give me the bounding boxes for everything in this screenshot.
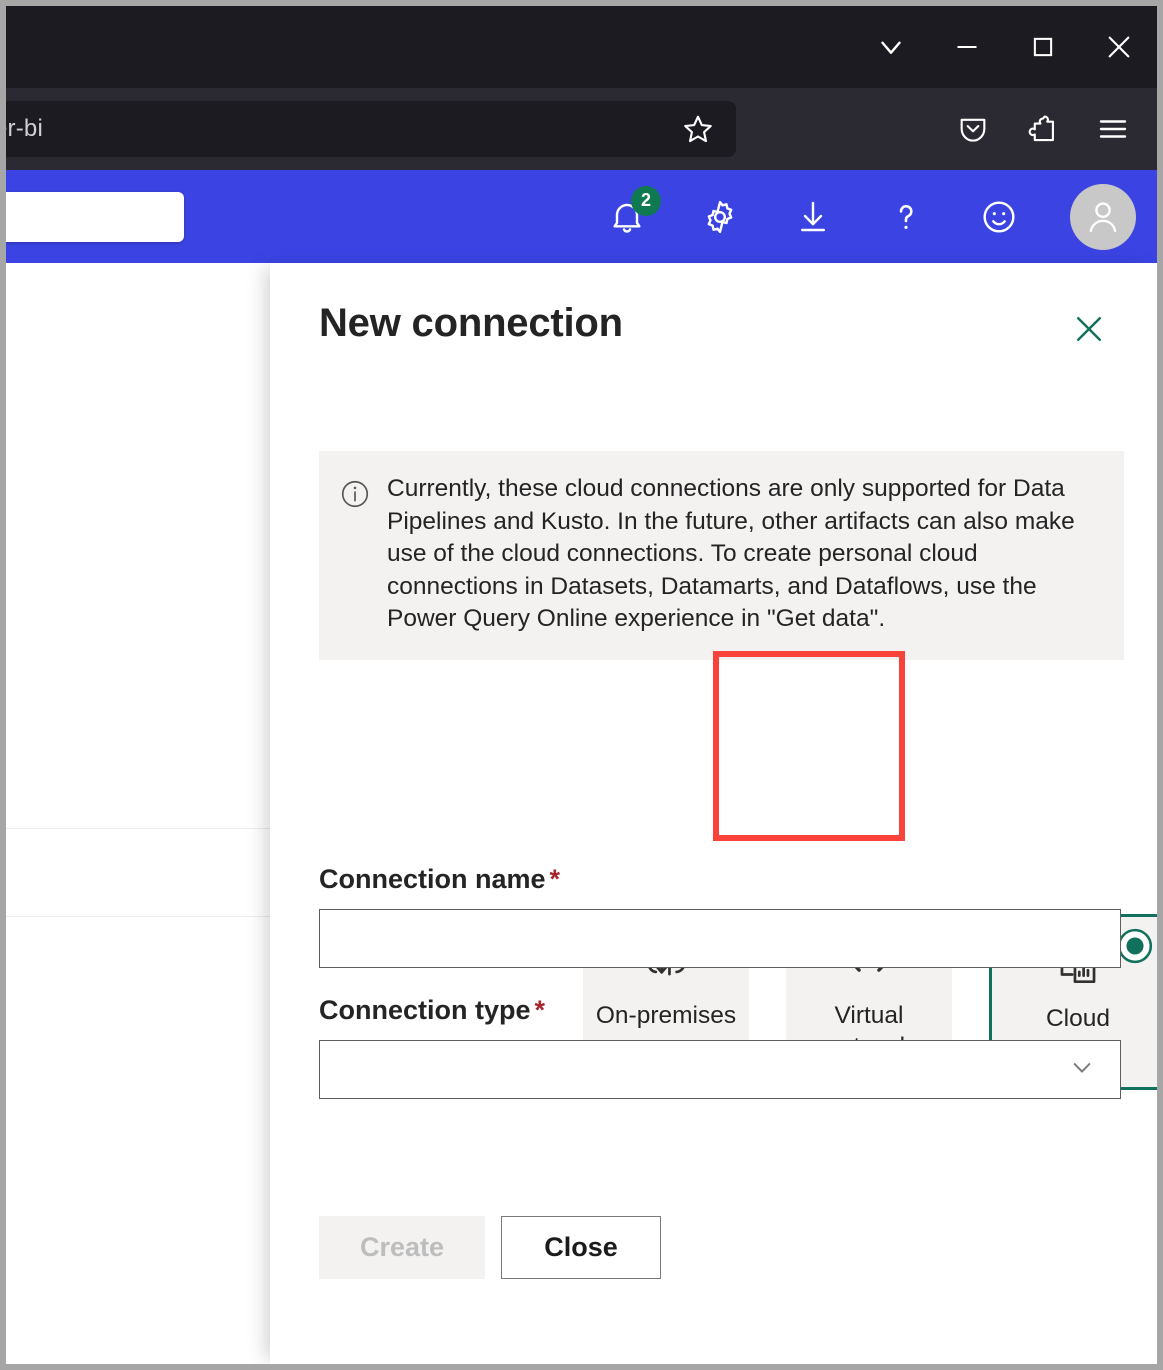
app-menu-icon[interactable] <box>1091 107 1135 151</box>
help-icon[interactable] <box>884 195 928 239</box>
connection-type-label-text: Connection type <box>319 995 531 1025</box>
close-panel-button[interactable] <box>1067 307 1111 351</box>
bookmark-star-icon[interactable] <box>678 109 718 149</box>
url-text: er-bi <box>0 115 678 143</box>
notification-badge: 2 <box>631 186 661 216</box>
app-header-actions: 2 <box>605 170 1151 263</box>
close-window-button-icon[interactable] <box>1081 6 1157 88</box>
browser-titlebar <box>6 6 1157 88</box>
window-controls <box>853 6 1157 88</box>
background-divider <box>6 916 276 917</box>
browser-navbar: er-bi <box>6 88 1157 170</box>
info-icon <box>339 478 371 636</box>
tab-list-chevron-down-icon[interactable] <box>853 6 929 88</box>
feedback-icon[interactable] <box>977 195 1021 239</box>
connection-card-label: On-premises <box>583 1000 749 1031</box>
create-button[interactable]: Create <box>319 1216 485 1279</box>
chevron-down-icon <box>1066 1051 1098 1088</box>
connection-name-input[interactable] <box>319 909 1121 968</box>
page-title: New connection <box>319 301 623 346</box>
connection-name-label: Connection name* <box>319 864 560 895</box>
downloads-icon[interactable] <box>791 195 835 239</box>
required-asterisk: * <box>535 995 546 1025</box>
app-header: 2 <box>6 170 1157 263</box>
account-icon[interactable] <box>1070 184 1136 250</box>
connection-type-dropdown[interactable] <box>319 1040 1121 1099</box>
info-banner: Currently, these cloud connections are o… <box>319 451 1124 660</box>
settings-icon[interactable] <box>698 195 742 239</box>
pocket-icon[interactable] <box>951 107 995 151</box>
maximize-button-icon[interactable] <box>1005 6 1081 88</box>
info-banner-text: Currently, these cloud connections are o… <box>387 473 1098 636</box>
connection-card-label: Cloud <box>992 1003 1163 1034</box>
background-divider <box>6 828 276 829</box>
browser-window: er-bi <box>0 0 1163 1370</box>
extensions-icon[interactable] <box>1021 107 1065 151</box>
browser-toolbar-actions <box>951 88 1151 170</box>
notifications-icon[interactable]: 2 <box>605 195 649 239</box>
selected-radio-icon <box>1116 927 1154 965</box>
connection-name-label-text: Connection name <box>319 864 546 894</box>
new-connection-panel: New connection Currently, these cloud co… <box>270 263 1157 1364</box>
address-bar[interactable]: er-bi <box>0 101 736 157</box>
required-asterisk: * <box>550 864 561 894</box>
app-search-input[interactable] <box>0 192 184 242</box>
connection-type-label: Connection type* <box>319 995 545 1026</box>
close-button[interactable]: Close <box>501 1216 661 1279</box>
minimize-button-icon[interactable] <box>929 6 1005 88</box>
